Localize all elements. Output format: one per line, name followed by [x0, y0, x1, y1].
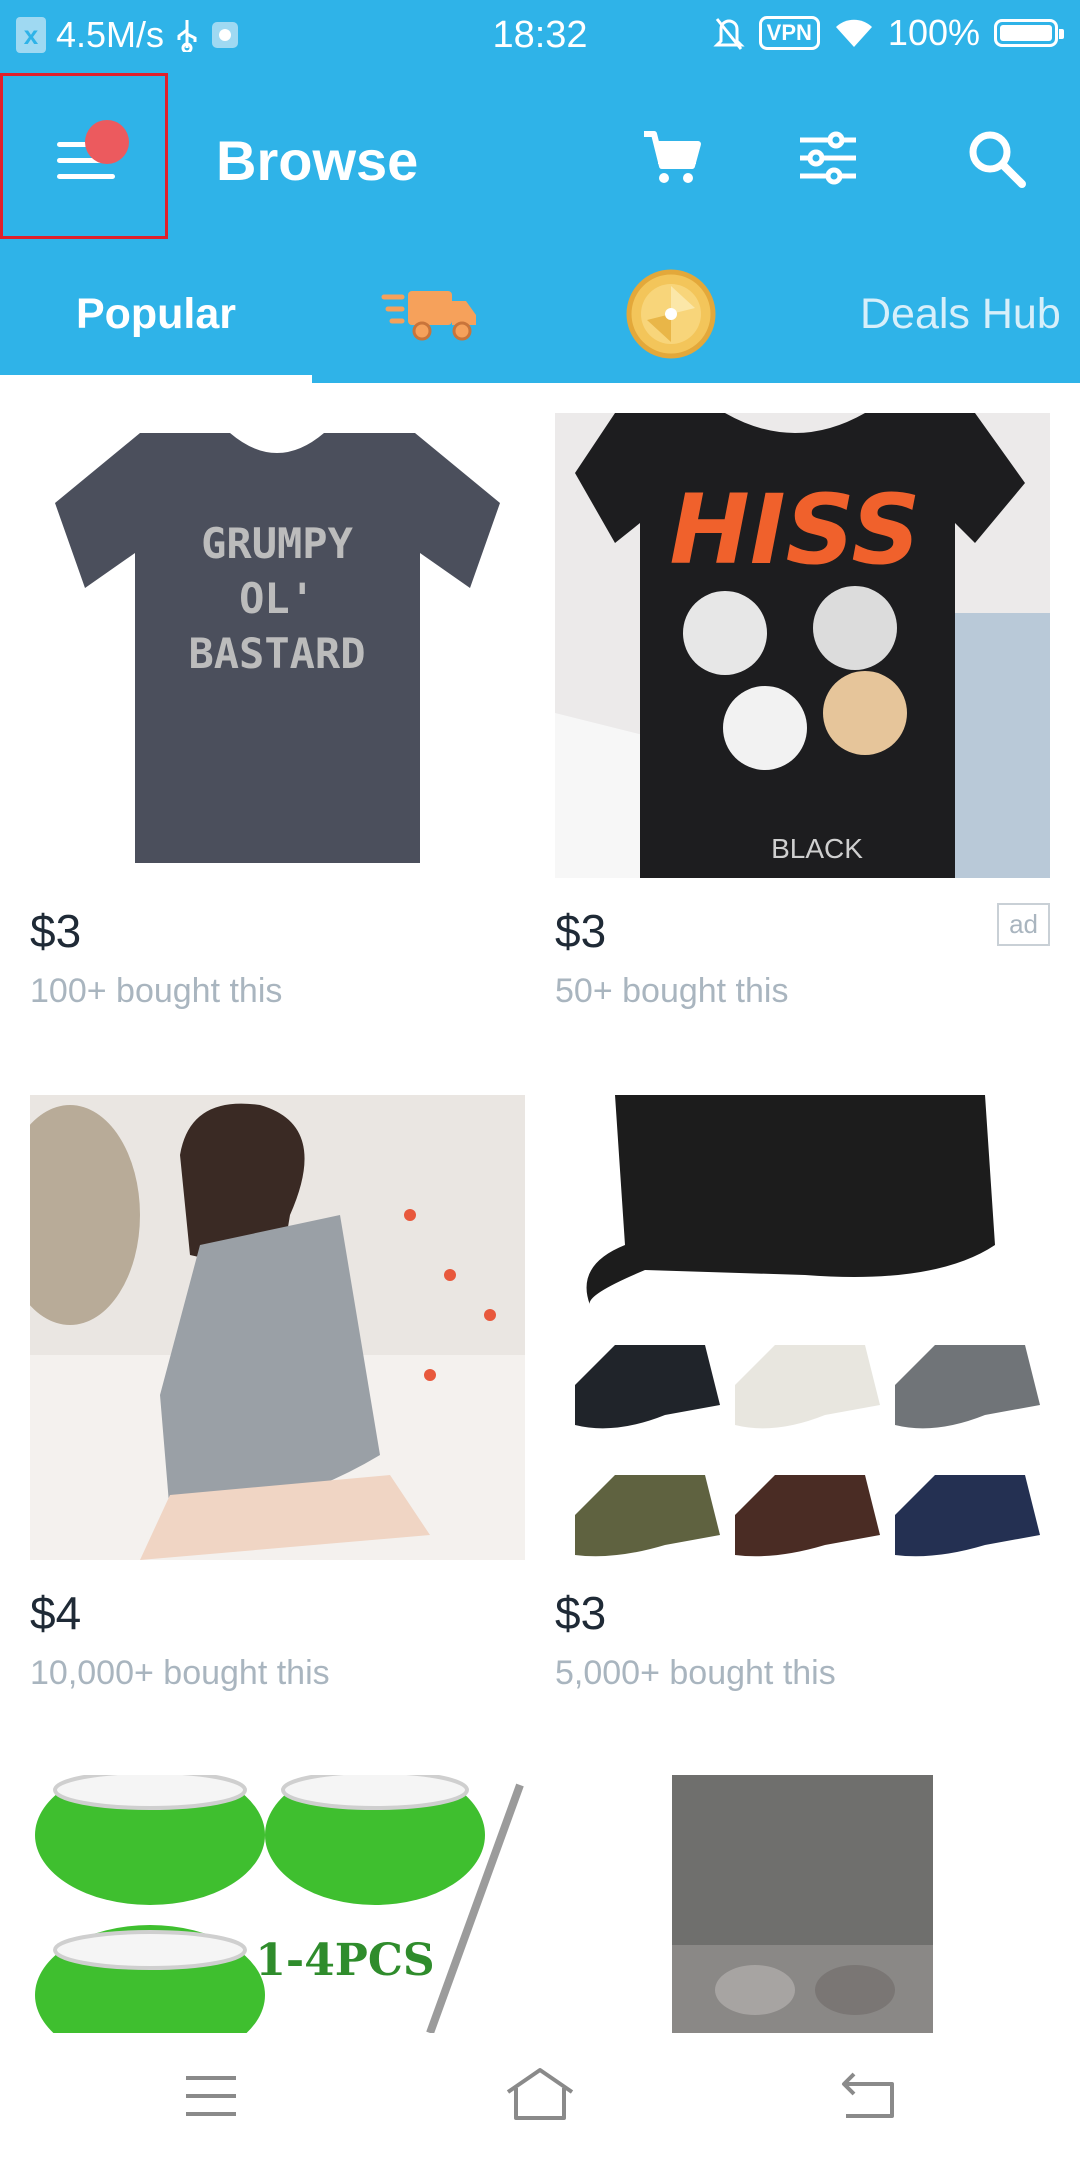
product-image	[555, 1095, 1050, 1560]
system-nav-bar	[0, 2036, 1080, 2160]
back-icon[interactable]	[840, 2070, 896, 2120]
menu-button[interactable]	[0, 73, 168, 239]
shirt-print-line2: OL'	[239, 574, 315, 623]
shirt-print-line1: GRUMPY	[201, 519, 353, 568]
product-image-caption: 1-4PCS	[255, 1935, 434, 1986]
home-icon[interactable]	[504, 2066, 576, 2122]
product-sales-count: 10,000+ bought this	[30, 1654, 330, 1692]
product-image: GRUMPY OL' BASTARD	[30, 413, 525, 878]
product-card[interactable]: 1-4PCS	[30, 1775, 525, 2033]
product-image	[30, 1095, 525, 1560]
notification-dot	[85, 120, 129, 164]
app-header: Browse	[0, 70, 1080, 245]
shirt-print-line3: BASTARD	[188, 629, 365, 678]
product-sales-count: 50+ bought this	[555, 972, 789, 1010]
shirt-print-title: HISS	[670, 474, 921, 586]
shirt-color-label: BLACK	[771, 833, 863, 864]
product-card[interactable]: GRUMPY OL' BASTARD $3 100+ bought this	[30, 413, 525, 1011]
tab-popular[interactable]: Popular	[0, 245, 312, 383]
product-card[interactable]: $3 5,000+ bought this	[555, 1095, 1050, 1693]
product-image: HISS BLACK	[555, 413, 1050, 878]
tab-fast-shipping[interactable]	[370, 245, 490, 383]
active-tab-indicator	[0, 375, 312, 383]
battery-percent: 100%	[887, 12, 980, 53]
ad-badge: ad	[997, 903, 1050, 946]
recent-apps-icon[interactable]	[184, 2074, 238, 2118]
status-bar: x 4.5M/s 18:32 VPN 100%	[0, 0, 1080, 70]
tab-deals-hub[interactable]: Deals Hub	[860, 245, 1080, 383]
category-tabs: Popular Deals Hub	[0, 245, 1080, 383]
product-price: $3	[555, 1587, 607, 1639]
cart-icon[interactable]	[640, 126, 704, 190]
product-sales-count: 100+ bought this	[30, 972, 283, 1010]
wifi-icon	[835, 19, 872, 47]
tab-popular-label: Popular	[75, 289, 237, 338]
battery-icon	[994, 19, 1064, 47]
page-title: Browse	[216, 129, 419, 192]
filter-icon[interactable]	[796, 126, 860, 190]
product-price: $4	[30, 1587, 82, 1639]
coin-icon	[626, 269, 716, 359]
product-image: 1-4PCS	[30, 1775, 525, 2033]
product-image	[555, 1775, 1050, 2033]
tab-deals-label: Deals Hub	[860, 289, 1061, 338]
product-card[interactable]: $4 10,000+ bought this	[30, 1095, 525, 1693]
product-sales-count: 5,000+ bought this	[555, 1654, 836, 1692]
mute-icon	[713, 18, 745, 50]
product-card[interactable]	[555, 1775, 1050, 2033]
tab-rewards[interactable]	[616, 245, 726, 383]
product-price: $3	[30, 905, 82, 957]
product-card[interactable]: HISS BLACK $3 50+ bought this ad	[555, 413, 1050, 1011]
product-price: $3	[555, 905, 607, 957]
search-icon[interactable]	[964, 126, 1028, 190]
delivery-truck-icon	[381, 291, 476, 341]
vpn-badge: VPN	[758, 16, 820, 50]
